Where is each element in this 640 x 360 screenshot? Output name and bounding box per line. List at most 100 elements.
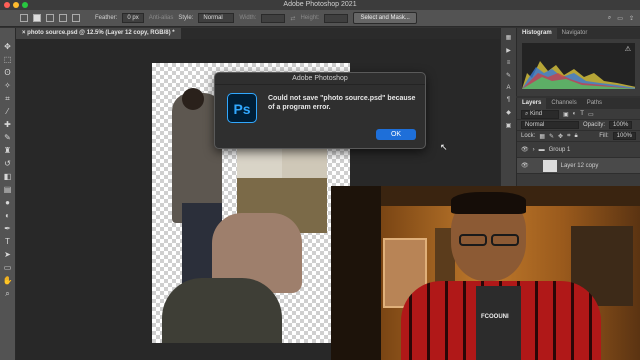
select-and-mask-button[interactable]: Select and Mask... xyxy=(353,12,417,24)
mouse-cursor-icon: ↖ xyxy=(440,142,448,152)
marquee-icon[interactable]: ⬚ xyxy=(3,55,13,65)
document-tab[interactable]: × photo source.psd @ 12.5% (Layer 12 cop… xyxy=(16,28,181,39)
crop-icon[interactable]: ⌗ xyxy=(3,94,13,104)
style-select[interactable]: Normal xyxy=(198,13,235,23)
tab-layers[interactable]: Layers xyxy=(517,98,547,109)
opacity-input[interactable]: 100% xyxy=(609,121,633,129)
width-input[interactable] xyxy=(261,13,286,23)
add-selection-icon[interactable] xyxy=(46,14,54,22)
glasses-right xyxy=(491,234,519,246)
search-icon[interactable]: ⌕ xyxy=(608,15,611,22)
stamp-icon[interactable]: ♜ xyxy=(3,146,13,156)
visibility-eye-icon[interactable]: 👁︎ xyxy=(521,146,529,153)
minimize-window-button[interactable] xyxy=(13,2,19,8)
blur-icon[interactable]: ● xyxy=(3,198,13,208)
blend-row: Normal Opacity: 100% xyxy=(517,120,640,131)
maximize-window-button[interactable] xyxy=(22,2,28,8)
lasso-icon[interactable]: ʘ xyxy=(3,68,13,78)
kind-label: Kind xyxy=(530,110,543,117)
folder-icon: ▬ xyxy=(538,146,545,153)
magic-wand-icon[interactable]: ✧ xyxy=(3,81,13,91)
tab-histogram[interactable]: Histogram xyxy=(517,28,557,39)
swatches-icon[interactable]: ▣ xyxy=(506,122,512,129)
inner-tshirt xyxy=(476,286,521,360)
opacity-label: Opacity: xyxy=(583,122,606,128)
height-input[interactable] xyxy=(324,13,349,23)
histogram-panel: Histogram Navigator ⚠ xyxy=(516,28,640,96)
document-tab-label: photo source.psd @ 12.5% (Layer 12 copy,… xyxy=(27,30,175,36)
layer-row-group[interactable]: 👁︎ › ▬ Group 1 xyxy=(517,142,640,158)
style-label: Style: xyxy=(178,15,194,21)
dialog-title: Adobe Photoshop xyxy=(215,73,425,85)
filter-adjust-icon[interactable]: ◐ xyxy=(573,111,577,117)
layers-panel-tabs: Layers Channels Paths xyxy=(517,98,640,109)
layer-name: Layer 12 copy xyxy=(560,162,599,169)
layer-name: Group 1 xyxy=(548,146,571,153)
tab-channels[interactable]: Channels xyxy=(546,98,581,109)
fill-input[interactable]: 100% xyxy=(612,132,636,140)
blend-mode-select[interactable]: Normal xyxy=(521,121,579,129)
intersect-selection-icon[interactable] xyxy=(72,14,80,22)
visibility-eye-icon[interactable]: 👁︎ xyxy=(521,162,529,169)
hand-icon[interactable]: ✋ xyxy=(3,276,13,286)
lock-pixels-icon[interactable]: ▦ xyxy=(539,133,545,140)
lock-label: Lock: xyxy=(521,133,536,139)
layer-thumbnail xyxy=(542,159,557,172)
feather-label: Feather: xyxy=(95,15,118,21)
lock-move-icon[interactable]: ✥ xyxy=(558,133,563,140)
healing-icon[interactable]: ✚ xyxy=(3,120,13,130)
warning-icon[interactable]: ⚠ xyxy=(625,45,631,53)
paragraph-icon[interactable]: ¶ xyxy=(507,97,510,103)
feather-input[interactable]: 0 px xyxy=(122,13,144,23)
layer-row-selected[interactable]: 👁︎ Layer 12 copy xyxy=(517,158,640,174)
brush-settings-icon[interactable]: ✎ xyxy=(506,72,511,79)
dodge-icon[interactable]: ◐ xyxy=(3,211,13,221)
filter-shape-icon[interactable]: ▭ xyxy=(588,111,594,118)
door-shape xyxy=(331,186,381,360)
close-window-button[interactable] xyxy=(4,2,10,8)
eyedropper-icon[interactable]: ⁄ xyxy=(3,107,13,117)
move-icon[interactable]: ✥ xyxy=(3,42,13,52)
ok-button[interactable]: OK xyxy=(376,129,416,140)
brush-icon[interactable]: ✎ xyxy=(3,133,13,143)
workspace-icon[interactable]: ▭ xyxy=(617,15,623,22)
zoom-icon[interactable]: ⌕ xyxy=(3,289,13,299)
window-titlebar: Adobe Photoshop 2021 xyxy=(0,0,640,10)
options-bar: Feather: 0 px Anti-alias Style: Normal W… xyxy=(0,10,640,27)
character-icon[interactable]: A xyxy=(506,85,510,91)
adjust-icon[interactable]: ≡ xyxy=(507,60,511,66)
lock-artboard-icon[interactable]: ⌗ xyxy=(567,133,570,140)
figure-shape xyxy=(182,88,204,110)
lock-row: Lock: ▦ ✎ ✥ ⌗ 🔒︎ Fill: 100% xyxy=(517,131,640,142)
new-selection-icon[interactable] xyxy=(33,14,41,22)
tab-navigator[interactable]: Navigator xyxy=(557,28,593,39)
webcam-overlay: FCOOUNI xyxy=(331,186,640,360)
type-icon[interactable]: T xyxy=(3,237,13,247)
fill-label: Fill: xyxy=(599,133,609,139)
lock-paint-icon[interactable]: ✎ xyxy=(549,133,554,140)
shape-props-icon[interactable]: ◆ xyxy=(506,109,511,116)
marquee-option-icon[interactable] xyxy=(20,14,28,22)
kind-filter-select[interactable]: ⌕ Kind xyxy=(521,109,559,119)
share-icon[interactable]: ⇪ xyxy=(629,15,634,22)
expand-chevron-icon[interactable]: › xyxy=(533,147,535,153)
history-brush-icon[interactable]: ↺ xyxy=(3,159,13,169)
filter-type-icon[interactable]: T xyxy=(580,111,584,117)
glasses-left xyxy=(459,234,487,246)
properties-icon[interactable]: ▦ xyxy=(506,34,512,41)
person-hair xyxy=(451,192,526,214)
anti-alias-checkbox[interactable]: Anti-alias xyxy=(149,15,174,21)
lock-all-icon[interactable]: 🔒︎ xyxy=(574,133,577,140)
eraser-icon[interactable]: ◧ xyxy=(3,172,13,182)
tab-paths[interactable]: Paths xyxy=(582,98,607,109)
filter-pixel-icon[interactable]: ▣ xyxy=(563,111,569,118)
path-select-icon[interactable]: ➤ xyxy=(3,250,13,260)
shape-icon[interactable]: ▭ xyxy=(3,263,13,273)
gradient-icon[interactable]: ▤ xyxy=(3,185,13,195)
subtract-selection-icon[interactable] xyxy=(59,14,67,22)
pen-icon[interactable]: ✒ xyxy=(3,224,13,234)
swap-icon[interactable]: ⇄ xyxy=(290,15,295,22)
width-label: Width: xyxy=(239,15,257,21)
play-icon[interactable]: ▶ xyxy=(506,47,511,54)
shirt-text: FCOOUNI xyxy=(481,314,509,320)
